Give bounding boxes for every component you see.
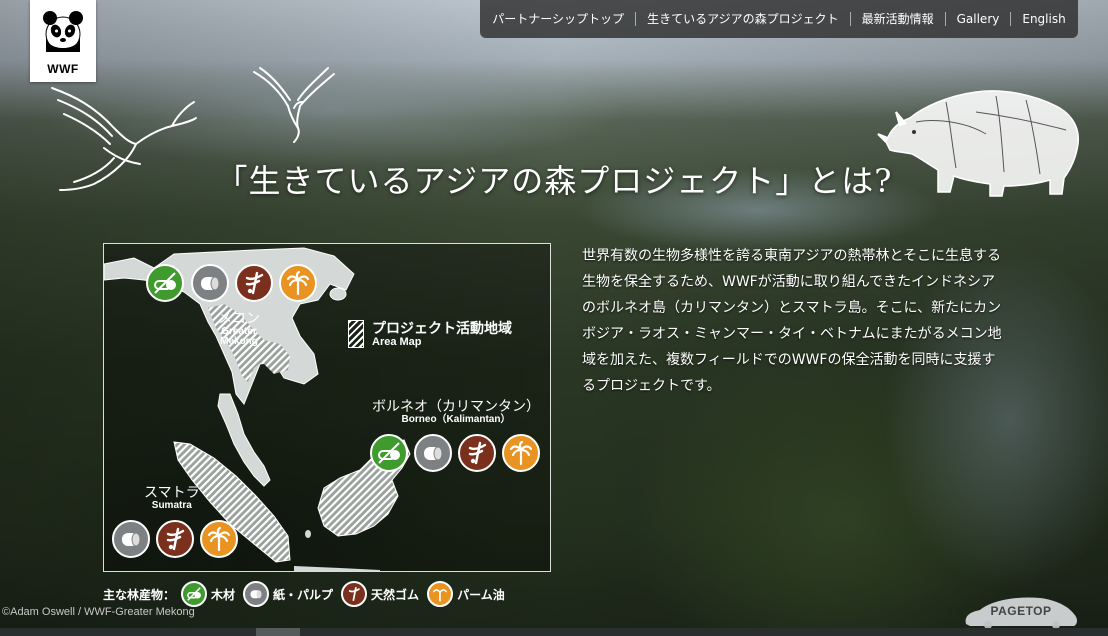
- area-legend-jp: プロジェクト活動地域: [372, 321, 512, 337]
- region-sumatra-jp: スマトラ: [144, 485, 200, 501]
- paper-pulp-icon: [414, 434, 452, 472]
- eagle-illustration: [253, 67, 335, 143]
- pagetop-button[interactable]: PAGETOP: [962, 594, 1080, 628]
- product-rubber-label: 天然ゴム: [371, 587, 420, 602]
- product-paper-pulp: 紙・パルプ: [243, 581, 333, 607]
- palm-oil-icon: [502, 434, 540, 472]
- region-label-sumatra: スマトラ Sumatra: [144, 486, 200, 511]
- panda-icon: [43, 11, 83, 52]
- product-palm-oil-label: パーム油: [457, 587, 505, 602]
- product-timber: 木材: [181, 581, 235, 607]
- paper-pulp-icon: [191, 264, 229, 302]
- bottom-scrollbar[interactable]: [0, 628, 1108, 636]
- scrollbar-thumb[interactable]: [256, 628, 300, 636]
- pagetop-label: PAGETOP: [990, 604, 1052, 618]
- timber-icon: [181, 581, 208, 607]
- product-palm-oil: パーム油: [427, 581, 505, 607]
- palm-oil-icon: [427, 581, 454, 607]
- rubber-icon: [341, 581, 368, 607]
- region-mekong-en2: Mekong: [220, 336, 258, 348]
- palm-oil-icon: [279, 264, 317, 302]
- region-label-borneo: ボルネオ（カリマンタン） Borneo（Kalimantan）: [372, 400, 540, 425]
- paper-pulp-icon: [112, 520, 150, 558]
- region-label-mekong: メコン Greater Mekong: [218, 312, 260, 348]
- rubber-icon: [458, 434, 496, 472]
- rubber-icon: [156, 520, 194, 558]
- nav-asia-forest-project[interactable]: 生きているアジアの森プロジェクト: [635, 12, 850, 26]
- forest-products-label: 主な林産物：: [103, 587, 176, 602]
- rubber-icon: [235, 264, 273, 302]
- region-borneo-jp: ボルネオ（カリマンタン）: [372, 399, 540, 415]
- region-borneo-en: Borneo（Kalimantan）: [401, 413, 511, 425]
- wwf-logo-text: WWF: [47, 62, 79, 76]
- hatch-swatch: [348, 320, 364, 348]
- timber-icon: [370, 434, 408, 472]
- paper-pulp-icon: [243, 581, 270, 607]
- area-legend-en: Area Map: [372, 336, 422, 348]
- page-title: 「生きているアジアの森プロジェクト」とは?: [215, 162, 893, 200]
- region-mekong-jp: メコン: [218, 311, 260, 327]
- nav-english[interactable]: English: [1010, 12, 1076, 26]
- nav-latest-activities[interactable]: 最新活動情報: [849, 12, 945, 26]
- project-description: 世界有数の生物多様性を誇る東南アジアの熱帯林とそこに生息する生物を保全するため、…: [582, 248, 1002, 394]
- timber-icon: [146, 264, 184, 302]
- nav-partnership-top[interactable]: パートナーシップトップ: [481, 12, 635, 26]
- region-sumatra-en: Sumatra: [151, 499, 192, 511]
- product-timber-label: 木材: [211, 587, 236, 602]
- photo-credit: ©Adam Oswell / WWF-Greater Mekong: [2, 606, 195, 618]
- wwf-logo[interactable]: WWF: [30, 0, 96, 82]
- product-paper-pulp-label: 紙・パルプ: [273, 587, 334, 602]
- nav-gallery[interactable]: Gallery: [944, 12, 1011, 26]
- product-rubber: 天然ゴム: [341, 581, 419, 607]
- palm-oil-icon: [200, 520, 238, 558]
- top-navigation: パートナーシップトップ 生きているアジアの森プロジェクト 最新活動情報 Gall…: [480, 0, 1078, 38]
- area-map: メコン Greater Mekong プロジェクト活動地域 Area Map ボ…: [103, 243, 551, 572]
- forest-products-legend: 主な林産物： 木材 紙・パルプ 天然ゴム パーム油: [103, 580, 513, 608]
